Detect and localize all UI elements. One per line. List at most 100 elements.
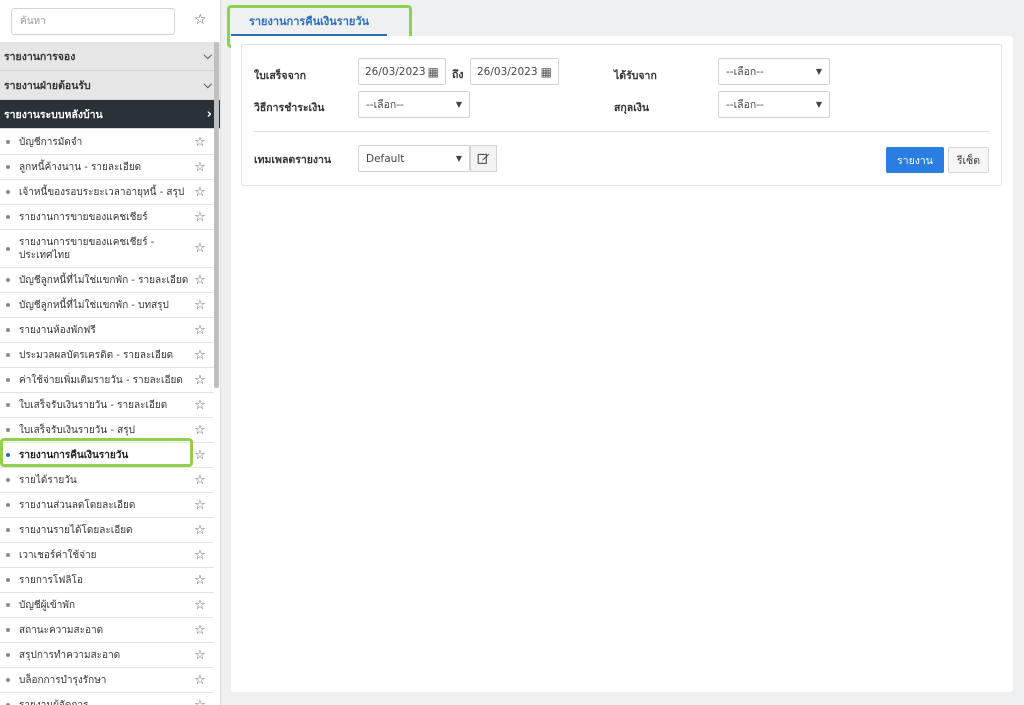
sidebar-item[interactable]: รายงานผู้จัดการ ☆ (0, 693, 214, 705)
star-icon[interactable]: ☆ (192, 185, 208, 200)
star-icon[interactable]: ☆ (192, 210, 208, 225)
sidebar-item[interactable]: สถานะความสะอาด ☆ (0, 618, 214, 643)
calendar-icon[interactable]: ▦ (428, 65, 439, 79)
sidebar-item[interactable]: รายงานรายได้โดยละเอียด ☆ (0, 518, 214, 543)
star-icon[interactable]: ☆ (192, 473, 208, 488)
star-icon[interactable]: ☆ (192, 698, 208, 705)
bullet-icon (6, 628, 10, 632)
star-icon[interactable]: ☆ (192, 598, 208, 613)
bullet-icon (6, 353, 10, 357)
bullet-icon (6, 378, 10, 382)
bullet-icon (6, 165, 10, 169)
sidebar-search: ☆ (0, 0, 220, 42)
date-from-value: 26/03/2023 (365, 65, 426, 78)
star-icon[interactable]: ☆ (192, 398, 208, 413)
star-icon[interactable]: ☆ (192, 348, 208, 363)
date-to-field[interactable]: 26/03/2023 ▦ (470, 58, 559, 85)
star-icon[interactable]: ☆ (192, 498, 208, 513)
sidebar-item-label: ประมวลผลบัตรเครดิต - รายละเอียด (19, 349, 174, 361)
sidebar-item[interactable]: ค่าใช้จ่ายเพิ่มเติมรายวัน - รายละเอียด ☆ (0, 368, 214, 393)
received-from-select[interactable]: --เลือก-- ▼ (718, 58, 830, 85)
bullet-icon (6, 140, 10, 144)
currency-label: สกุลเงิน (614, 102, 650, 114)
sidebar-item[interactable]: รายงานการขายของแคชเชียร์ - ประเทศไทย ☆ (0, 230, 214, 268)
calendar-icon[interactable]: ▦ (541, 65, 552, 79)
star-icon[interactable]: ☆ (192, 135, 208, 150)
star-icon[interactable]: ☆ (194, 12, 207, 28)
section-label: รายงานการจอง (4, 50, 76, 63)
currency-select[interactable]: --เลือก-- ▼ (718, 91, 830, 118)
sidebar-item-label: รายงานห้องพักฟรี (19, 324, 96, 336)
section-label: รายงานฝ่ายต้อนรับ (4, 79, 91, 92)
star-icon[interactable]: ☆ (192, 373, 208, 388)
sidebar-item[interactable]: บัญชีลูกหนี้ที่ไม่ใช่แขกพัก - บทสรุป ☆ (0, 293, 214, 318)
date-from-field[interactable]: 26/03/2023 ▦ (358, 58, 446, 85)
sidebar-item-label: บัญชีลูกหนี้ที่ไม่ใช่แขกพัก - รายละเอียด (19, 274, 189, 286)
sidebar-item[interactable]: ใบเสร็จรับเงินรายวัน - สรุป ☆ (0, 418, 214, 443)
section-label: รายงานระบบหลังบ้าน (4, 108, 103, 121)
tab-daily-refund-report[interactable]: รายงานการคืนเงินรายวัน (231, 8, 387, 36)
payment-method-select[interactable]: --เลือก-- ▼ (358, 91, 470, 118)
report-button[interactable]: รายงาน (886, 147, 944, 173)
star-icon[interactable]: ☆ (192, 573, 208, 588)
star-icon[interactable]: ☆ (192, 160, 208, 175)
sidebar-item[interactable]: ลูกหนี้ค้างนาน - รายละเอียด ☆ (0, 155, 214, 180)
sidebar-item-label: สรุปการทำความสะอาด (19, 649, 121, 661)
star-icon[interactable]: ☆ (192, 523, 208, 538)
star-icon[interactable]: ☆ (192, 448, 208, 463)
template-select[interactable]: Default ▼ (358, 145, 470, 172)
bullet-icon (6, 328, 10, 332)
sidebar-item[interactable]: รายงานห้องพักฟรี ☆ (0, 318, 214, 343)
edit-template-button[interactable] (470, 145, 497, 172)
sidebar-scrollbar[interactable] (214, 42, 219, 388)
bullet-icon (6, 246, 10, 251)
star-icon[interactable]: ☆ (192, 673, 208, 688)
template-label: เทมเพลตรายงาน (254, 154, 332, 166)
sidebar-item[interactable]: รายได้รายวัน ☆ (0, 468, 214, 493)
star-icon[interactable]: ☆ (192, 298, 208, 313)
star-icon[interactable]: ☆ (192, 273, 208, 288)
section-reservation-reports[interactable]: รายงานการจอง ⌵ (0, 42, 220, 71)
sidebar-item[interactable]: รายงานการขายของแคชเชียร์ ☆ (0, 205, 214, 230)
star-icon[interactable]: ☆ (192, 623, 208, 638)
search-input[interactable] (11, 8, 175, 35)
sidebar-item[interactable]: ใบเสร็จรับเงินรายวัน - รายละเอียด ☆ (0, 393, 214, 418)
edit-icon (477, 153, 490, 164)
star-icon[interactable]: ☆ (192, 548, 208, 563)
sidebar-item-label: ใบเสร็จรับเงินรายวัน - สรุป (19, 424, 135, 436)
sidebar-item[interactable]: บัญชีผู้เข้าพัก ☆ (0, 593, 214, 618)
bullet-icon (6, 578, 10, 582)
sidebar-item[interactable]: รายงานการคืนเงินรายวัน ☆ (0, 443, 214, 468)
star-icon[interactable]: ☆ (192, 423, 208, 438)
reset-button[interactable]: รีเซ็ต (948, 147, 989, 173)
section-front-desk-reports[interactable]: รายงานฝ่ายต้อนรับ ⌵ (0, 71, 220, 100)
sidebar-item[interactable]: สรุปการทำความสะอาด ☆ (0, 643, 214, 668)
chevron-right-icon: › (206, 106, 212, 122)
payment-method-label: วิธีการชำระเงิน (254, 102, 325, 114)
sidebar-item[interactable]: เจ้าหนี้ของรอบระยะเวลาอายุหนี้ - สรุป ☆ (0, 180, 214, 205)
sidebar-item[interactable]: รายงานส่วนลดโดยละเอียด ☆ (0, 493, 214, 518)
to-label: ถึง (452, 69, 464, 81)
sidebar-item-label: ค่าใช้จ่ายเพิ่มเติมรายวัน - รายละเอียด (19, 374, 183, 386)
sidebar-item-label: รายงานผู้จัดการ (19, 699, 89, 705)
section-back-office-reports[interactable]: รายงานระบบหลังบ้าน › (0, 100, 220, 129)
sidebar-item-label: บัญชีการมัดจำ (19, 136, 83, 148)
sidebar-item[interactable]: ประมวลผลบัตรเครดิต - รายละเอียด ☆ (0, 343, 214, 368)
sidebar-item[interactable]: บัญชีการมัดจำ ☆ (0, 130, 214, 155)
sidebar-item[interactable]: รายการโฟลิโอ ☆ (0, 568, 214, 593)
sidebar-item[interactable]: บัญชีลูกหนี้ที่ไม่ใช่แขกพัก - รายละเอียด… (0, 268, 214, 293)
sidebar-item[interactable]: เวาเชอร์ค่าใช้จ่าย ☆ (0, 543, 214, 568)
bullet-icon (6, 278, 10, 282)
dropdown-arrow-icon: ▼ (815, 67, 822, 76)
sidebar-item-label: บัญชีผู้เข้าพัก (19, 599, 76, 611)
bullet-icon (6, 428, 10, 432)
bullet-icon (6, 190, 10, 194)
sidebar-item[interactable]: บล็อกการบำรุงรักษา ☆ (0, 668, 214, 693)
sidebar-item-label: รายงานการขายของแคชเชียร์ - ประเทศไทย (19, 236, 155, 261)
chevron-down-icon: ⌵ (203, 49, 212, 62)
star-icon[interactable]: ☆ (192, 323, 208, 338)
filter-box: ใบเสร็จจาก 26/03/2023 ▦ ถึง 26/03/2023 ▦… (241, 44, 1002, 186)
sidebar: ☆ รายงานการจอง ⌵ รายงานฝ่ายต้อนรับ ⌵ ราย… (0, 0, 221, 705)
star-icon[interactable]: ☆ (192, 241, 208, 256)
star-icon[interactable]: ☆ (192, 648, 208, 663)
